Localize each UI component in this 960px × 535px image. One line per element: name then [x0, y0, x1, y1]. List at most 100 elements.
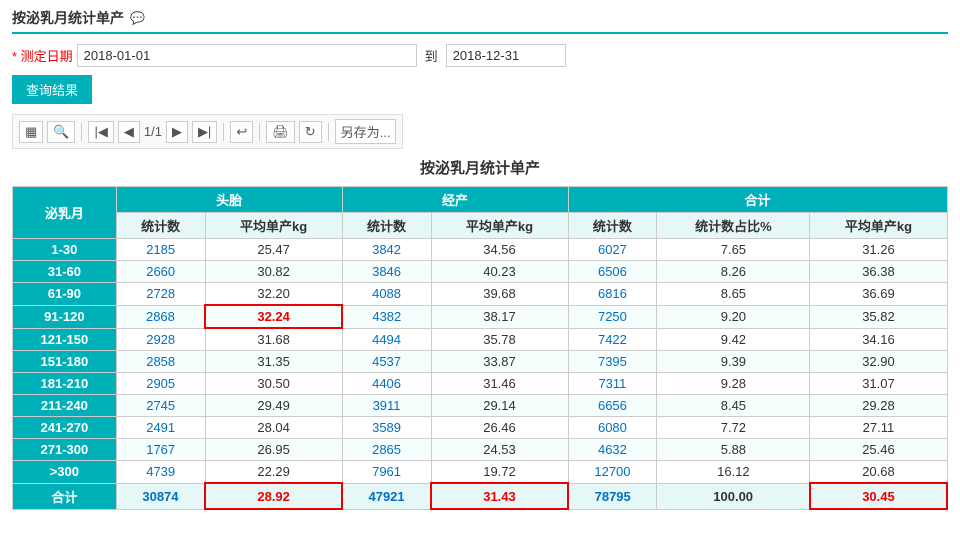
td-label: 151-180 — [13, 351, 117, 373]
td-t-count: 7395 — [568, 351, 657, 373]
th-h-count: 统计数 — [116, 213, 205, 239]
table-row: >300473922.29796119.721270016.1220.68 — [13, 461, 948, 484]
td-t-count: 12700 — [568, 461, 657, 484]
title-info-icon: 💬 — [130, 11, 145, 25]
td-h-avg: 30.82 — [205, 261, 342, 283]
td-t-pct: 9.28 — [657, 373, 810, 395]
td-e-count: 3589 — [342, 417, 431, 439]
toolbar-sep2 — [223, 123, 224, 141]
date-start-input[interactable] — [77, 44, 417, 67]
filter-separator: 到 — [425, 46, 438, 65]
td-t-count: 6816 — [568, 283, 657, 306]
td-t-avg: 31.26 — [810, 239, 947, 261]
td-label: 181-210 — [13, 373, 117, 395]
td-e-count: 4537 — [342, 351, 431, 373]
td-e-avg: 29.14 — [431, 395, 568, 417]
td-t-count: 7311 — [568, 373, 657, 395]
table-row: 61-90272832.20408839.6868168.6536.69 — [13, 283, 948, 306]
table-row: 181-210290530.50440631.4673119.2831.07 — [13, 373, 948, 395]
td-h-count: 2858 — [116, 351, 205, 373]
toolbar-grid-icon[interactable]: ▦ — [19, 121, 43, 143]
td-e-count: 4088 — [342, 283, 431, 306]
td-total-label: 合计 — [13, 483, 117, 509]
td-t-avg: 34.16 — [810, 328, 947, 351]
filter-row: * 测定日期 到 — [12, 44, 948, 67]
td-t-avg: 29.28 — [810, 395, 947, 417]
td-label: 211-240 — [13, 395, 117, 417]
td-h-avg: 32.24 — [205, 305, 342, 328]
td-label: >300 — [13, 461, 117, 484]
td-total-e-avg: 31.43 — [431, 483, 568, 509]
td-total-t-count: 78795 — [568, 483, 657, 509]
td-e-avg: 38.17 — [431, 305, 568, 328]
table-total-row: 合计3087428.924792131.4378795100.0030.45 — [13, 483, 948, 509]
th-e-count: 统计数 — [342, 213, 431, 239]
td-total-t-avg: 30.45 — [810, 483, 947, 509]
td-t-avg: 27.11 — [810, 417, 947, 439]
toolbar: ▦ 🔍 |◀ ◀ 1/1 ▶ ▶| ↩ 🖨 ↻ 另存为... — [12, 114, 403, 149]
td-total-h-count: 30874 — [116, 483, 205, 509]
td-h-count: 2491 — [116, 417, 205, 439]
page-title: 按泌乳月统计单产 — [12, 8, 124, 28]
page-container: 按泌乳月统计单产 💬 * 测定日期 到 查询结果 ▦ 🔍 |◀ ◀ 1/1 ▶ … — [0, 0, 960, 518]
table-row: 31-60266030.82384640.2365068.2636.38 — [13, 261, 948, 283]
th-t-avg: 平均单产kg — [810, 213, 947, 239]
td-h-count: 1767 — [116, 439, 205, 461]
td-e-avg: 40.23 — [431, 261, 568, 283]
th-total: 合计 — [568, 187, 947, 213]
filter-label: * 测定日期 — [12, 46, 73, 65]
td-e-count: 4382 — [342, 305, 431, 328]
toolbar-prev-page[interactable]: ◀ — [118, 121, 140, 143]
toolbar-sep3 — [259, 123, 260, 141]
report-title: 按泌乳月统计单产 — [12, 157, 948, 178]
toolbar-back-btn[interactable]: ↩ — [230, 121, 253, 143]
td-e-avg: 33.87 — [431, 351, 568, 373]
td-t-avg: 35.82 — [810, 305, 947, 328]
td-h-avg: 25.47 — [205, 239, 342, 261]
td-t-count: 6506 — [568, 261, 657, 283]
td-h-count: 2185 — [116, 239, 205, 261]
td-h-avg: 28.04 — [205, 417, 342, 439]
td-t-pct: 7.65 — [657, 239, 810, 261]
toolbar-search-icon[interactable]: 🔍 — [47, 121, 75, 143]
toolbar-first-page[interactable]: |◀ — [88, 121, 113, 143]
page-title-bar: 按泌乳月统计单产 💬 — [12, 8, 948, 34]
th-e-avg: 平均单产kg — [431, 213, 568, 239]
td-e-count: 2865 — [342, 439, 431, 461]
td-e-avg: 35.78 — [431, 328, 568, 351]
table-row: 211-240274529.49391129.1466568.4529.28 — [13, 395, 948, 417]
td-h-count: 2745 — [116, 395, 205, 417]
td-label: 241-270 — [13, 417, 117, 439]
toolbar-last-page[interactable]: ▶| — [192, 121, 217, 143]
td-t-avg: 25.46 — [810, 439, 947, 461]
td-e-avg: 24.53 — [431, 439, 568, 461]
td-h-avg: 26.95 — [205, 439, 342, 461]
td-t-pct: 9.39 — [657, 351, 810, 373]
th-lactation-month: 泌乳月 — [13, 187, 117, 239]
td-t-pct: 8.45 — [657, 395, 810, 417]
th-head: 头胎 — [116, 187, 342, 213]
td-label: 61-90 — [13, 283, 117, 306]
td-total-h-avg: 28.92 — [205, 483, 342, 509]
td-e-avg: 26.46 — [431, 417, 568, 439]
date-end-input[interactable] — [446, 44, 566, 67]
td-e-avg: 39.68 — [431, 283, 568, 306]
query-button[interactable]: 查询结果 — [12, 75, 92, 104]
td-total-t-pct: 100.00 — [657, 483, 810, 509]
td-e-count: 3842 — [342, 239, 431, 261]
toolbar-refresh-btn[interactable]: ↻ — [299, 121, 322, 143]
toolbar-save-as-btn[interactable]: 另存为... — [335, 119, 397, 144]
td-h-avg: 31.68 — [205, 328, 342, 351]
td-t-pct: 8.65 — [657, 283, 810, 306]
toolbar-print-btn[interactable]: 🖨 — [266, 121, 295, 143]
table-row: 241-270249128.04358926.4660807.7227.11 — [13, 417, 948, 439]
td-t-pct: 8.26 — [657, 261, 810, 283]
td-h-count: 2928 — [116, 328, 205, 351]
td-h-avg: 22.29 — [205, 461, 342, 484]
td-e-count: 3911 — [342, 395, 431, 417]
td-h-avg: 31.35 — [205, 351, 342, 373]
td-h-count: 2728 — [116, 283, 205, 306]
td-e-count: 4494 — [342, 328, 431, 351]
toolbar-next-page[interactable]: ▶ — [166, 121, 188, 143]
td-t-count: 6080 — [568, 417, 657, 439]
